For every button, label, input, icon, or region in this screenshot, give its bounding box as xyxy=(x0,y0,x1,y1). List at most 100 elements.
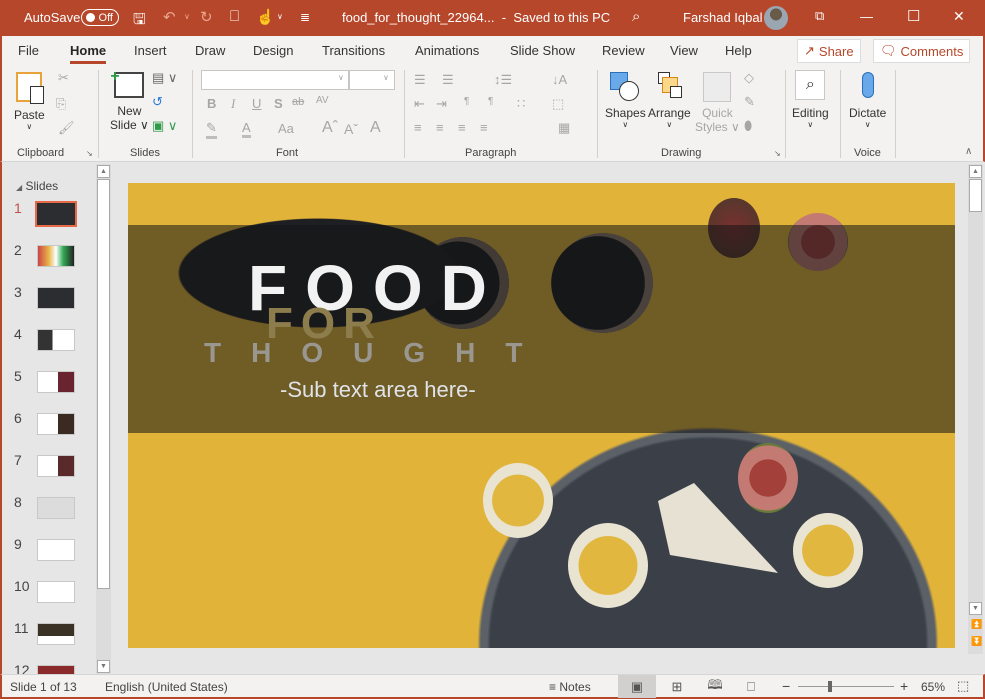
language-indicator[interactable]: English (United States) xyxy=(105,680,228,694)
collapse-ribbon-icon[interactable]: ∧ xyxy=(965,146,972,157)
ribbon-display-options-icon[interactable]: ⧉ xyxy=(815,8,824,24)
normal-view-button[interactable]: ▣ xyxy=(618,675,656,698)
tab-animations[interactable]: Animations xyxy=(415,43,479,58)
tab-transitions[interactable]: Transitions xyxy=(322,43,385,58)
highlight-color-icon[interactable]: ✎ xyxy=(206,120,217,139)
tab-file[interactable]: File xyxy=(18,43,39,58)
zoom-out-button[interactable]: − xyxy=(782,678,790,694)
minimize-icon[interactable]: — xyxy=(860,9,873,24)
slide-thumbnail[interactable] xyxy=(37,539,75,561)
touch-mode-icon[interactable]: ☝ xyxy=(256,8,275,26)
smartart-icon[interactable]: ▦ xyxy=(558,120,570,136)
maximize-icon[interactable]: ☐ xyxy=(907,7,920,25)
ltr-icon[interactable]: ¶ xyxy=(464,96,469,107)
share-button[interactable]: ↗ Share xyxy=(797,39,861,63)
slides-pane-scrollbar[interactable]: ▲ ▼ xyxy=(96,164,111,674)
close-icon[interactable]: ✕ xyxy=(953,8,965,25)
clipboard-launcher-icon[interactable]: ↘ xyxy=(86,149,93,158)
shape-fill-icon[interactable]: ◇ xyxy=(744,70,754,86)
bullets-icon[interactable]: ☰ xyxy=(414,72,426,88)
tab-slide-show[interactable]: Slide Show xyxy=(510,43,575,58)
tab-home[interactable]: Home xyxy=(70,43,107,64)
scroll-thumb[interactable] xyxy=(97,179,110,589)
slide-thumbnail[interactable] xyxy=(37,287,75,309)
columns-icon[interactable]: ∷ xyxy=(517,96,525,112)
scroll-up-button[interactable]: ▲ xyxy=(97,165,110,178)
strikethrough-button[interactable]: ab xyxy=(292,96,304,108)
slide-thumbnail[interactable] xyxy=(37,371,75,393)
save-icon[interactable]: 🖫 xyxy=(133,9,146,34)
touch-dropdown-icon[interactable]: ∨ xyxy=(277,12,283,21)
slide-thumbnail-item[interactable]: 1 xyxy=(2,200,97,230)
slide-thumbnail-item[interactable]: 9 xyxy=(2,536,97,566)
font-name-dropdown-icon[interactable]: ∨ xyxy=(338,73,344,82)
tab-insert[interactable]: Insert xyxy=(134,43,167,58)
shape-effects-icon[interactable]: ⬮ xyxy=(744,118,752,134)
zoom-in-button[interactable]: + xyxy=(900,678,908,694)
previous-slide-icon[interactable]: ⏫ xyxy=(971,619,982,630)
slide-thumbnail-item[interactable]: 8 xyxy=(2,494,97,524)
avatar[interactable] xyxy=(764,6,788,30)
cut-icon[interactable]: ✂ xyxy=(58,70,69,86)
increase-indent-icon[interactable]: ⇥ xyxy=(436,96,447,112)
align-text-icon[interactable]: ⬚ xyxy=(552,96,564,112)
autosave-toggle[interactable]: Off xyxy=(81,9,119,26)
slide-thumbnail-item[interactable]: 11 xyxy=(2,620,97,650)
numbering-icon[interactable]: ☰ xyxy=(442,72,454,88)
slides-pane-header[interactable]: ◢ Slides xyxy=(16,179,58,193)
section-icon[interactable]: ▣ ∨ xyxy=(152,118,177,134)
tab-review[interactable]: Review xyxy=(602,43,645,58)
slide-thumbnail[interactable] xyxy=(37,329,75,351)
text-direction-icon[interactable]: ↓A xyxy=(552,72,567,87)
justify-icon[interactable]: ≡ xyxy=(480,120,488,135)
slide-thumbnail[interactable] xyxy=(37,455,75,477)
shrink-font-button[interactable]: Aˇ xyxy=(344,121,358,137)
character-spacing-button[interactable]: AV xyxy=(316,95,329,106)
scroll-down-button[interactable]: ▼ xyxy=(969,602,982,615)
slide-thumbnail[interactable] xyxy=(37,413,75,435)
shadow-button[interactable]: S xyxy=(274,96,283,111)
slide-thumbnail[interactable] xyxy=(37,245,75,267)
bold-button[interactable]: B xyxy=(207,96,216,111)
line-spacing-icon[interactable]: ↕☰ xyxy=(494,72,512,88)
drawing-launcher-icon[interactable]: ↘ xyxy=(774,149,781,158)
notes-button[interactable]: ≡ Notes xyxy=(549,680,591,694)
slide-thumbnail[interactable] xyxy=(37,623,75,645)
shapes-button[interactable]: Shapes ∨ xyxy=(605,72,646,129)
slide-thumbnail-item[interactable]: 5 xyxy=(2,368,97,398)
editor-scrollbar[interactable]: ▲ ▼ ⏫ ⏬ xyxy=(968,164,983,654)
new-slide-button[interactable]: + New Slide ∨ xyxy=(110,68,149,132)
slide-thumbnail[interactable] xyxy=(37,497,75,519)
font-name-combo[interactable] xyxy=(201,70,349,90)
change-case-button[interactable]: Aa xyxy=(278,121,294,136)
paste-button[interactable]: Paste ∨ xyxy=(14,72,45,131)
rtl-icon[interactable]: ¶ xyxy=(488,96,493,107)
slide-thumbnail-item[interactable]: 6 xyxy=(2,410,97,440)
tab-view[interactable]: View xyxy=(670,43,698,58)
slide-thumbnail[interactable] xyxy=(35,201,77,227)
editing-button[interactable]: ⌕ Editing ∨ xyxy=(792,70,829,129)
decrease-indent-icon[interactable]: ⇤ xyxy=(414,96,425,112)
slide-thumbnail-item[interactable]: 7 xyxy=(2,452,97,482)
align-left-icon[interactable]: ≡ xyxy=(414,120,422,135)
customize-toolbar-icon[interactable]: ≣ xyxy=(300,10,310,24)
scroll-up-button[interactable]: ▲ xyxy=(969,165,982,178)
tab-draw[interactable]: Draw xyxy=(195,43,225,58)
slide-thumbnail[interactable] xyxy=(37,581,75,603)
grow-font-button[interactable]: Aˆ xyxy=(322,119,338,137)
undo-dropdown-icon[interactable]: ∨ xyxy=(184,12,190,21)
scroll-thumb[interactable] xyxy=(969,179,982,212)
layout-icon[interactable]: ▤ ∨ xyxy=(152,70,177,86)
format-painter-icon[interactable]: 🖌 xyxy=(58,120,75,136)
zoom-level[interactable]: 65% xyxy=(921,680,945,694)
reading-view-button[interactable]: 🕮 xyxy=(696,675,734,698)
slide-show-button[interactable]: ⎕ xyxy=(732,675,770,698)
slide-canvas[interactable]: FOOD FOR THOUGHT -Sub text area here- xyxy=(128,183,955,648)
slide-thumbnail-item[interactable]: 3 xyxy=(2,284,97,314)
comments-button[interactable]: 🗨 Comments xyxy=(873,39,971,63)
align-center-icon[interactable]: ≡ xyxy=(436,120,444,135)
slide-sorter-button[interactable]: ⊞ xyxy=(658,675,696,698)
undo-icon[interactable]: ↶ xyxy=(163,8,176,26)
slide-title-thought[interactable]: THOUGHT xyxy=(204,337,552,369)
tab-design[interactable]: Design xyxy=(253,43,293,58)
